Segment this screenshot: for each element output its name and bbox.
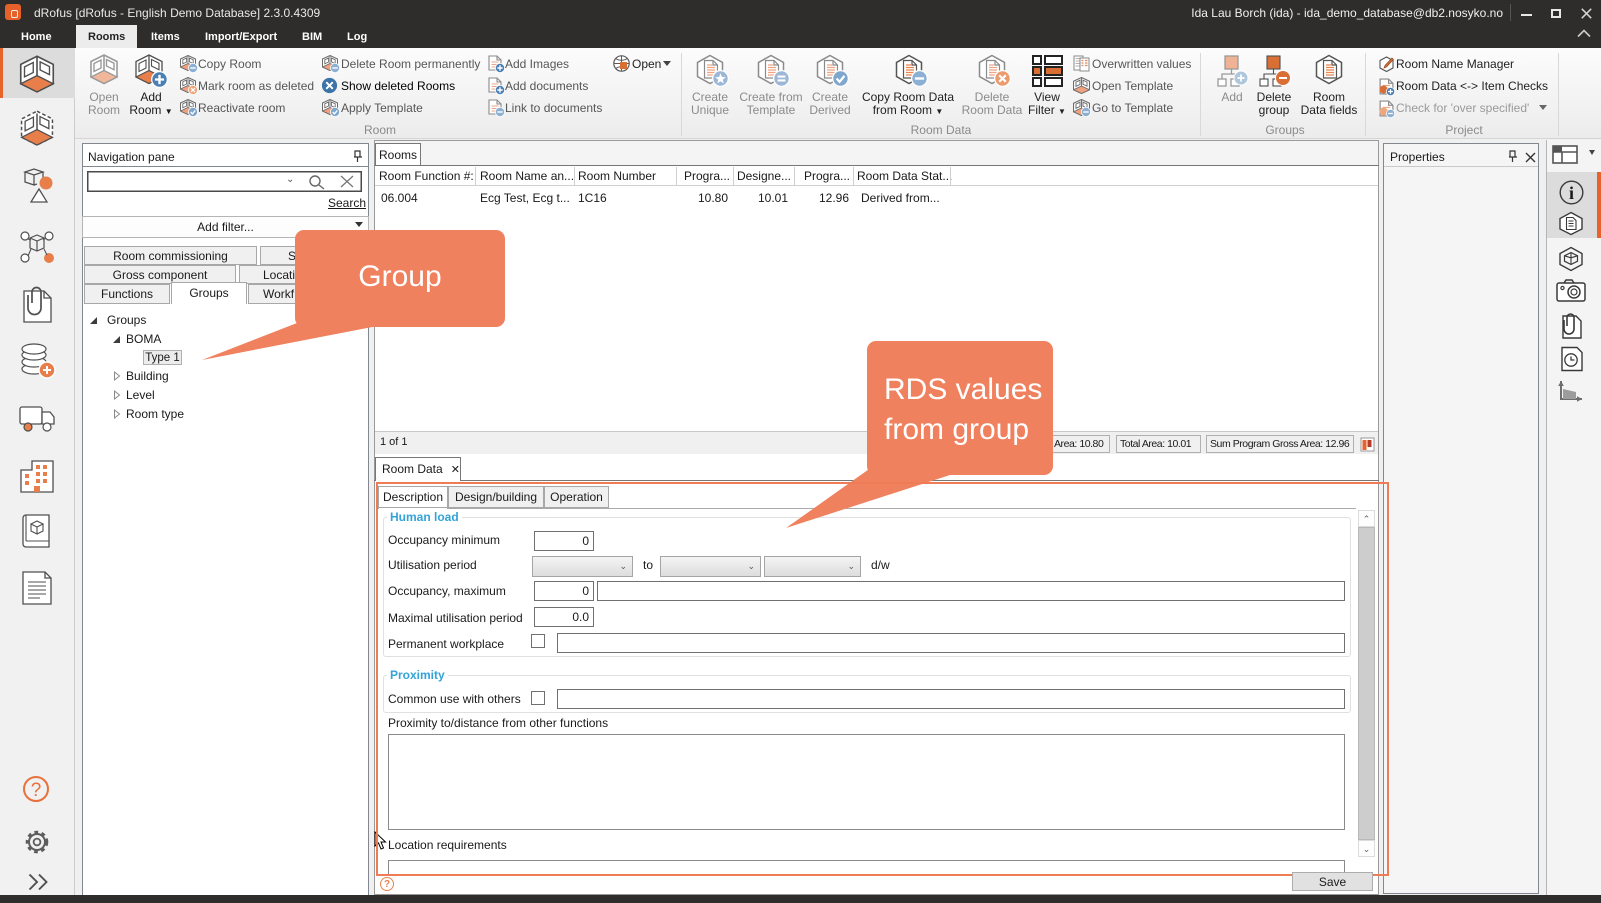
svg-text:RDS values: RDS values bbox=[884, 373, 1042, 406]
svg-text:i: i bbox=[1569, 183, 1574, 203]
svg-text:Group: Group bbox=[358, 260, 441, 293]
svg-text:from group: from group bbox=[884, 413, 1029, 446]
